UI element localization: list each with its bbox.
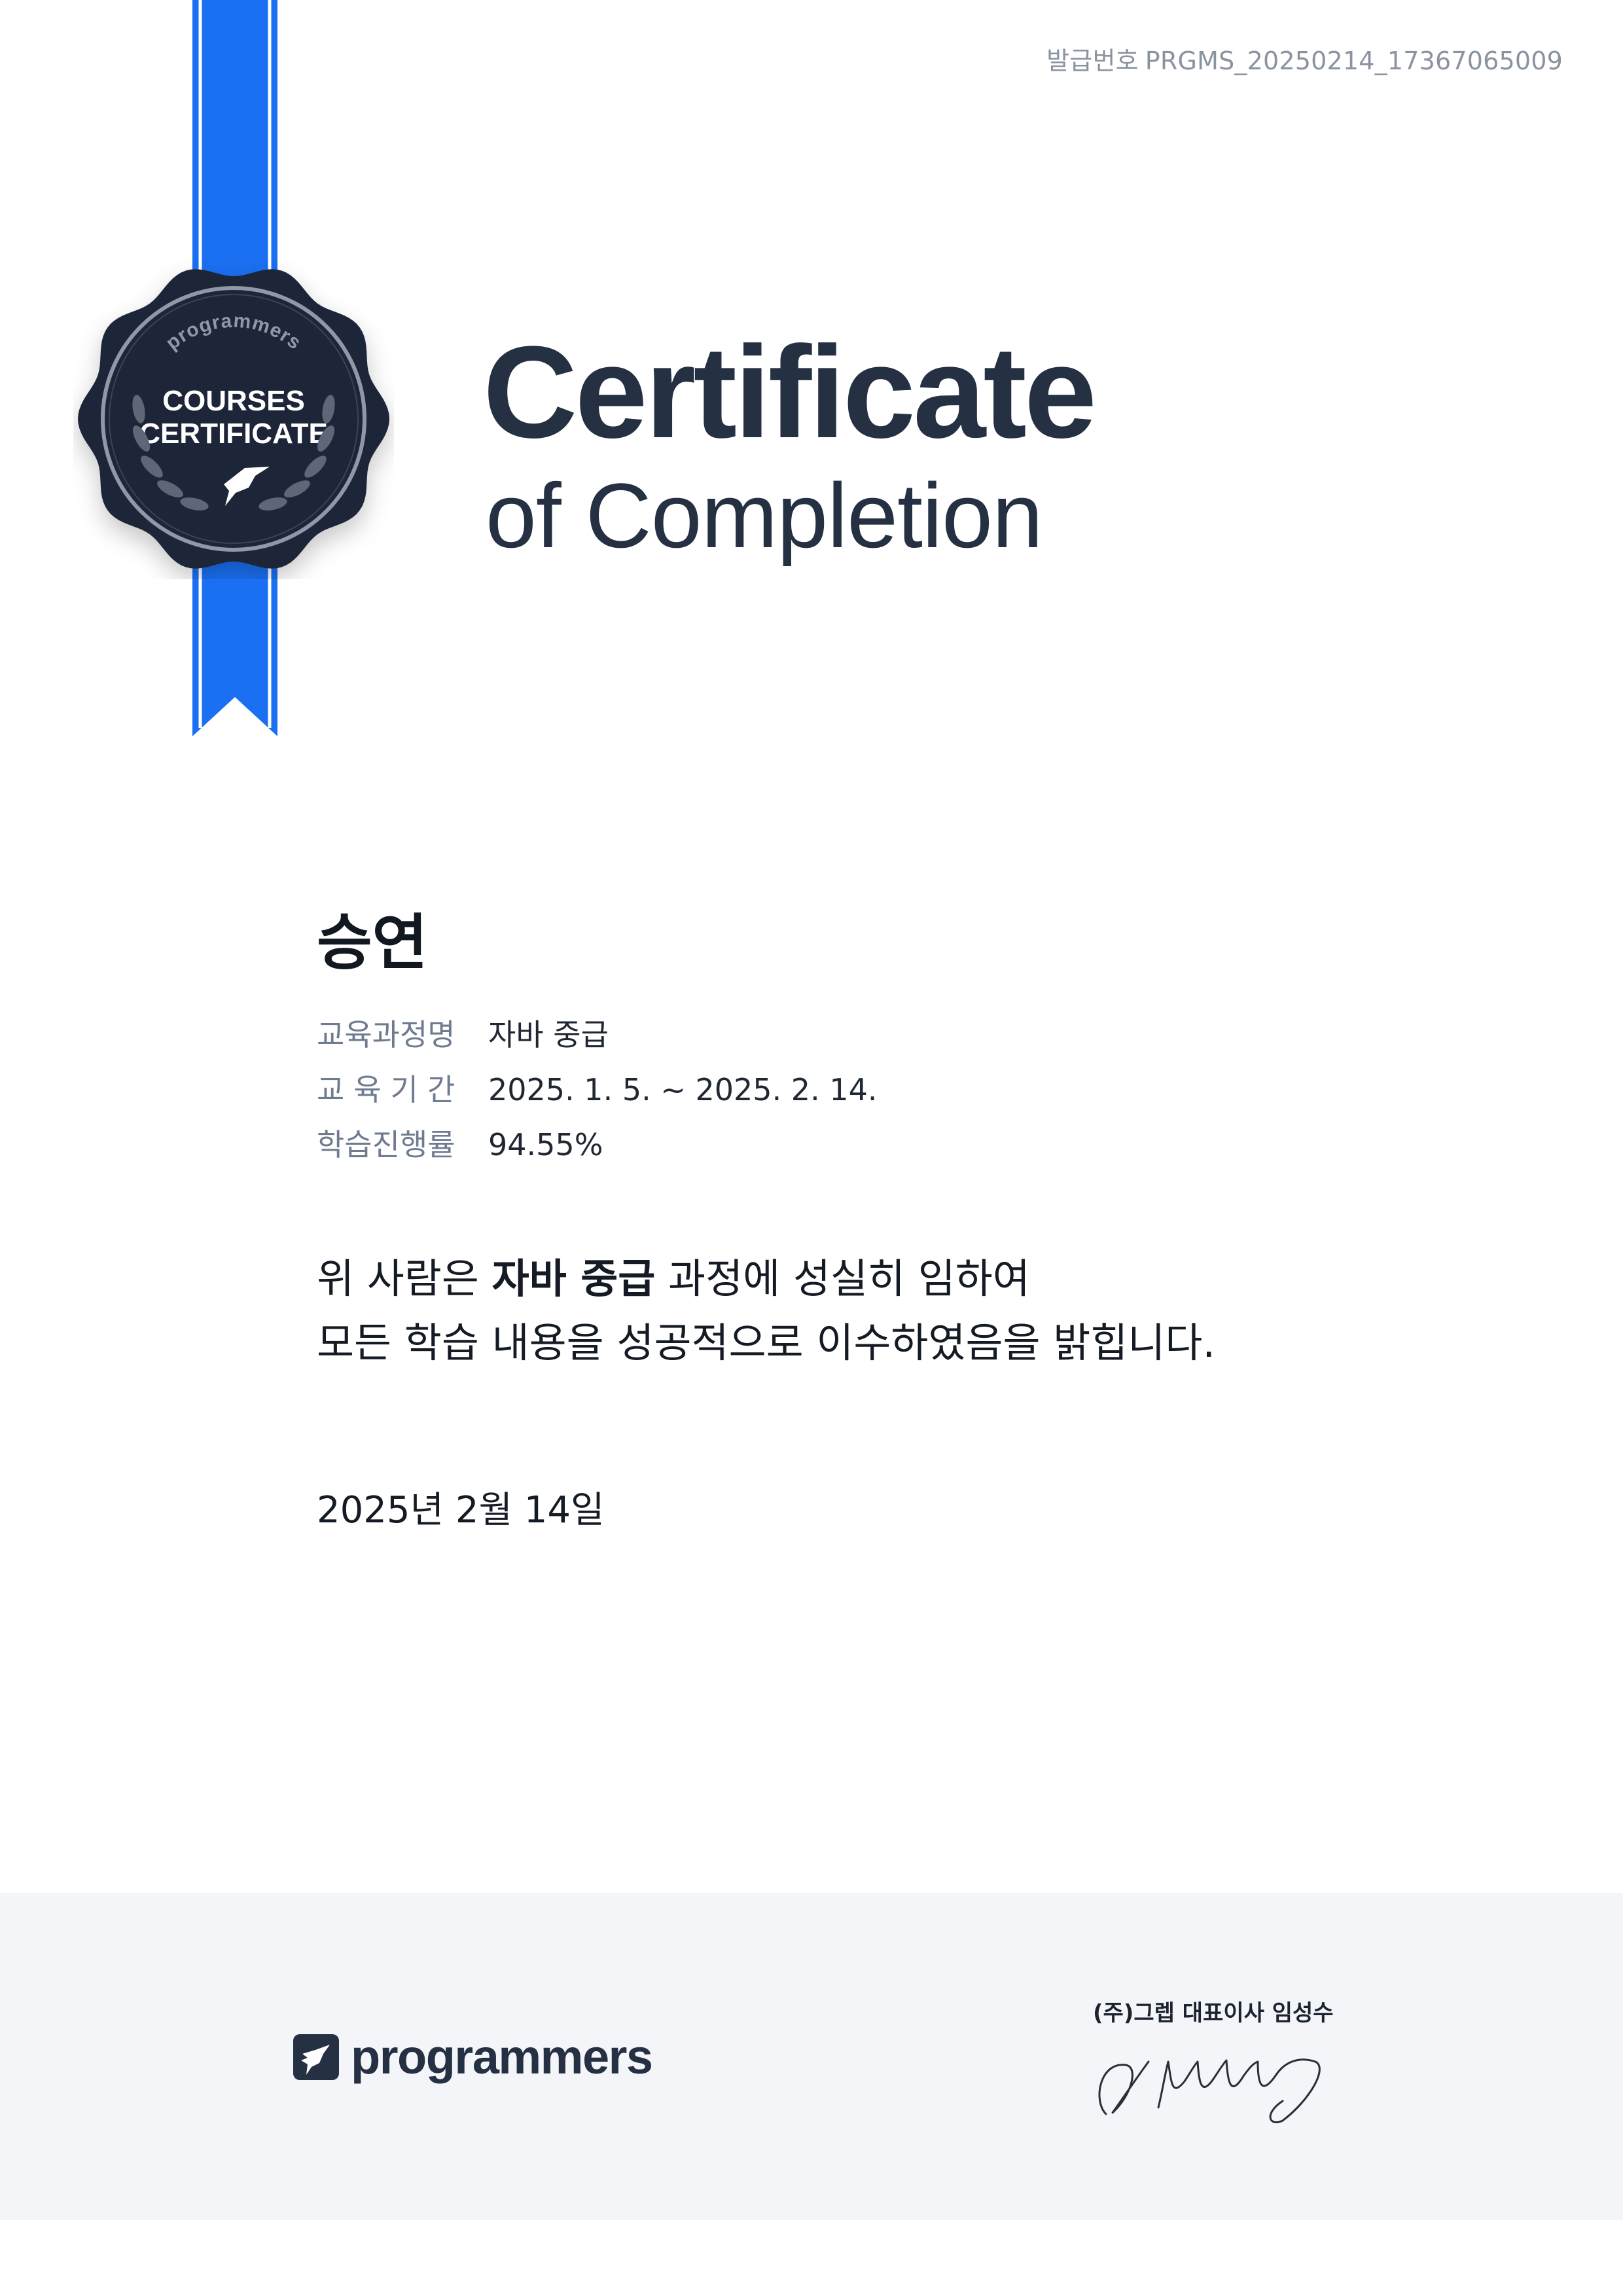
seal-line2: CERTIFICATE [139, 418, 328, 450]
brand-logo: programmers [293, 2029, 653, 2085]
programmers-logo-icon [293, 2034, 339, 2080]
issue-number: 발급번호 PRGMS_20250214_17367065009 [1046, 41, 1563, 77]
info-value: 자바 중급 [488, 1017, 609, 1052]
footer [0, 1893, 1623, 2220]
info-row-course: 교육과정명 자바 중급 [317, 1011, 877, 1066]
brand-name: programmers [351, 2030, 653, 2084]
certificate-subtitle: of Completion [486, 464, 1043, 567]
issue-number-label: 발급번호 [1046, 46, 1139, 75]
statement-post: 과정에 성실히 임하여 [655, 1255, 1030, 1302]
info-row-progress: 학습진행률 94.55% [317, 1121, 877, 1176]
info-key: 학습진행률 [317, 1127, 455, 1162]
info-value: 94.55% [488, 1127, 603, 1162]
statement-pre: 위 사람은 [317, 1255, 492, 1302]
course-certificate-seal: programmers COURSES CERTIFICATE [73, 259, 394, 579]
info-row-period: 교육기간 2025. 1. 5. ~ 2025. 2. 14. [317, 1066, 877, 1121]
recipient-name: 승연 [317, 908, 428, 978]
statement-line2: 모든 학습 내용을 성공적으로 이수하였음을 밝힙니다. [317, 1319, 1216, 1367]
issue-date: 2025년 2월 14일 [317, 1489, 605, 1532]
signature-image [1098, 2058, 1321, 2124]
info-key: 교육기간 [317, 1072, 465, 1107]
seal-line1: COURSES [162, 385, 305, 417]
statement-line1: 위 사람은 자바 중급 과정에 성실히 임하여 [317, 1247, 1215, 1311]
course-info: 교육과정명 자바 중급 교육기간 2025. 1. 5. ~ 2025. 2. … [317, 1011, 877, 1176]
certificate-title: Certificate [483, 319, 1097, 465]
statement-course: 자바 중급 [491, 1255, 656, 1302]
issue-number-value: PRGMS_20250214_17367065009 [1145, 46, 1563, 75]
info-value: 2025. 1. 5. ~ 2025. 2. 14. [488, 1072, 878, 1107]
info-key: 교육과정명 [317, 1017, 455, 1052]
completion-statement: 위 사람은 자바 중급 과정에 성실히 임하여 모든 학습 내용을 성공적으로 … [317, 1247, 1215, 1375]
signer-title: (주)그렙 대표이사 임성수 [1093, 2000, 1334, 2026]
